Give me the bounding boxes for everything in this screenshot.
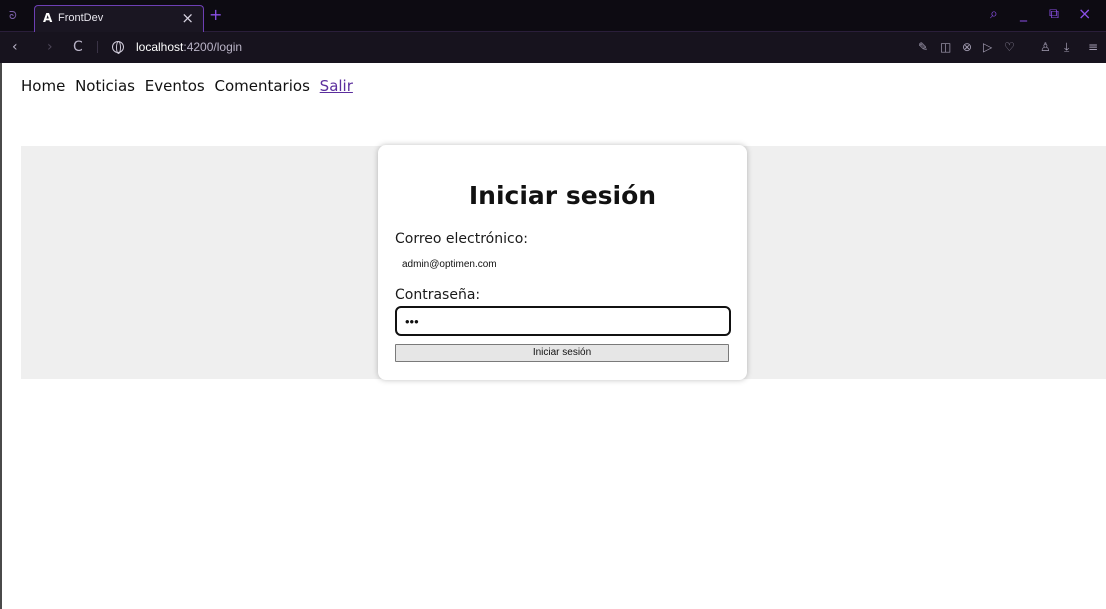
close-window-icon[interactable]: × bbox=[1078, 6, 1091, 22]
address-bar: ‹ › C localhost:4200/login ✎ ◫ ⊗ ▷ ♡ ♙ ⤓… bbox=[0, 32, 1106, 63]
angular-favicon-icon: A bbox=[43, 11, 53, 25]
browser-logo-icon[interactable]: ᘐ bbox=[9, 10, 23, 22]
login-submit-button[interactable]: Iniciar sesión bbox=[395, 344, 729, 362]
browser-tab-strip: ᘐ A FrontDev × + ⌕ _ ⧉ × bbox=[0, 0, 1106, 32]
forward-icon[interactable]: › bbox=[47, 39, 53, 55]
password-label: Contraseña: bbox=[395, 287, 481, 303]
back-icon[interactable]: ‹ bbox=[12, 39, 18, 55]
email-field[interactable]: admin@optimen.com bbox=[402, 259, 497, 270]
window-edge bbox=[0, 63, 2, 609]
url-field[interactable]: localhost:4200/login bbox=[136, 40, 242, 54]
login-title: Iniciar sesión bbox=[468, 181, 657, 210]
reload-icon[interactable]: C bbox=[73, 39, 83, 55]
minimize-icon[interactable]: _ bbox=[1020, 6, 1027, 22]
email-label: Correo electrónico: bbox=[395, 231, 528, 247]
edit-icon[interactable]: ✎ bbox=[918, 40, 928, 54]
tab-title: FrontDev bbox=[58, 12, 104, 24]
site-nav: Home Noticias Eventos Comentarios Salir bbox=[21, 77, 358, 95]
nav-link-noticias[interactable]: Noticias bbox=[75, 77, 135, 95]
nav-link-home[interactable]: Home bbox=[21, 77, 65, 95]
block-icon[interactable]: ⊗ bbox=[962, 40, 972, 54]
nav-link-comentarios[interactable]: Comentarios bbox=[214, 77, 309, 95]
heart-icon[interactable]: ♡ bbox=[1004, 40, 1015, 54]
restore-icon[interactable]: ⧉ bbox=[1049, 6, 1059, 22]
menu-icon[interactable]: ≡ bbox=[1088, 40, 1098, 54]
search-tabs-icon[interactable]: ⌕ bbox=[990, 6, 998, 22]
profile-icon[interactable]: ♙ bbox=[1040, 40, 1051, 54]
send-icon[interactable]: ▷ bbox=[983, 40, 992, 54]
camera-icon[interactable]: ◫ bbox=[940, 40, 951, 54]
toolbar-divider bbox=[97, 41, 98, 53]
nav-link-salir[interactable]: Salir bbox=[320, 77, 353, 95]
url-host: localhost bbox=[136, 40, 184, 54]
site-info-icon[interactable] bbox=[112, 41, 124, 54]
new-tab-icon[interactable]: + bbox=[209, 6, 222, 24]
download-icon[interactable]: ⤓ bbox=[1064, 40, 1069, 54]
nav-link-eventos[interactable]: Eventos bbox=[145, 77, 205, 95]
tab-close-icon[interactable]: × bbox=[181, 9, 194, 27]
browser-tab[interactable]: A FrontDev × bbox=[34, 5, 204, 32]
url-path: :4200/login bbox=[183, 40, 243, 54]
login-card: Iniciar sesión Correo electrónico: admin… bbox=[378, 145, 747, 380]
password-field[interactable] bbox=[395, 306, 731, 336]
